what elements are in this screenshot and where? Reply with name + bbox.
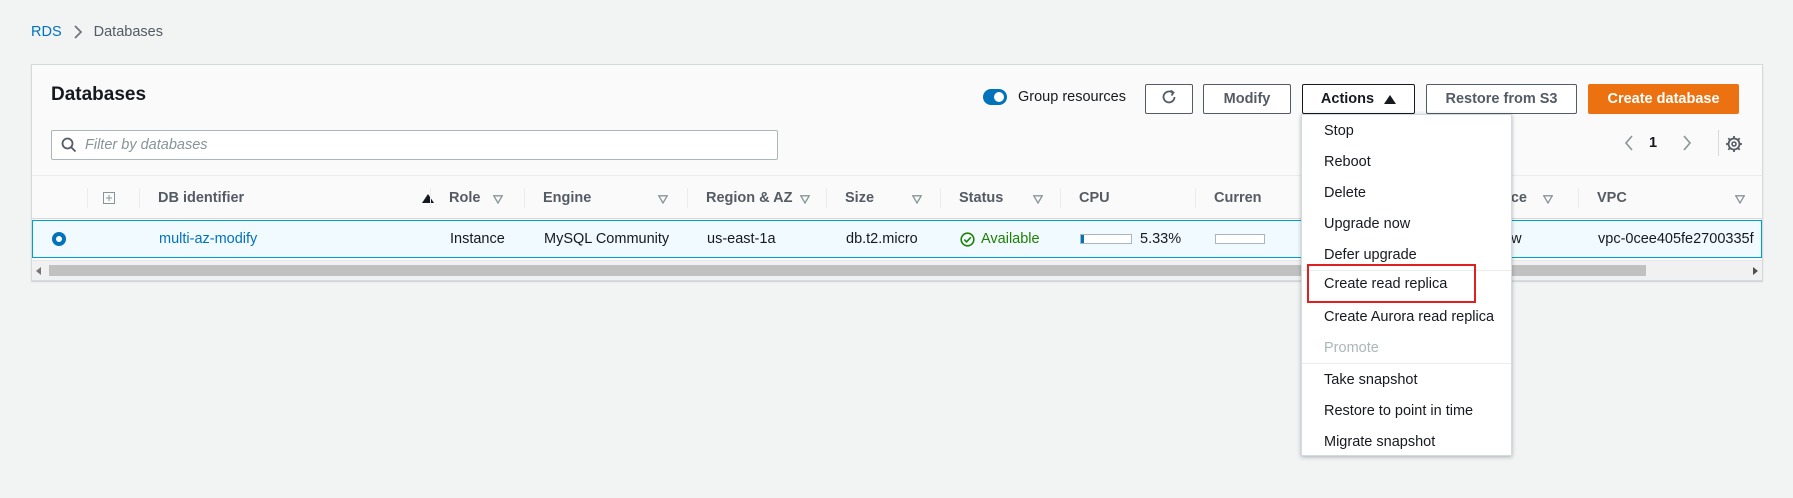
col-region-az[interactable]: Region & AZ xyxy=(688,176,826,220)
scroll-left-icon[interactable] xyxy=(36,267,41,275)
cpu-value: 5.33% xyxy=(1140,231,1182,247)
breadcrumb-current: Databases xyxy=(93,24,163,40)
actions-label: Actions xyxy=(1320,91,1375,107)
menu-item-stop[interactable]: Stop xyxy=(1302,115,1511,146)
col-current-activity-label: Curren xyxy=(1214,190,1262,206)
sort-icon xyxy=(1542,192,1554,208)
col-vpc[interactable]: VPC xyxy=(1579,176,1759,220)
pagination-divider xyxy=(1718,130,1719,156)
modify-button[interactable]: Modify xyxy=(1203,84,1291,114)
col-db-identifier-label: DB identifier xyxy=(158,190,245,206)
menu-item-create-read-replica[interactable]: Create read replica xyxy=(1307,264,1476,303)
sort-icon xyxy=(799,192,811,208)
breadcrumb-rds-link[interactable]: RDS xyxy=(31,24,62,40)
col-size[interactable]: Size xyxy=(827,176,940,220)
previous-page-icon[interactable] xyxy=(1624,135,1634,155)
col-role-label: Role xyxy=(449,190,481,206)
expand-all-icon[interactable] xyxy=(103,176,115,220)
cpu-progress-bar xyxy=(1080,234,1132,244)
col-size-label: Size xyxy=(845,190,875,206)
column-divider xyxy=(87,188,88,208)
col-vpc-label: VPC xyxy=(1597,190,1627,206)
cpu-progress-fill xyxy=(1081,235,1084,243)
size-cell: db.t2.micro xyxy=(846,231,918,247)
toggle-switch[interactable] xyxy=(983,89,1007,105)
current-activity-cell xyxy=(1197,221,1273,257)
page-title: Databases xyxy=(51,84,147,105)
menu-item-upgrade-now[interactable]: Upgrade now xyxy=(1302,208,1511,239)
col-role[interactable]: Role xyxy=(431,176,524,220)
sort-icon xyxy=(1032,192,1044,208)
sort-icon xyxy=(492,192,504,208)
menu-item-restore-point-in-time[interactable]: Restore to point in time xyxy=(1302,395,1511,426)
group-resources-label: Group resources xyxy=(1018,89,1126,105)
breadcrumb: RDS Databases xyxy=(31,24,163,40)
col-cpu-label: CPU xyxy=(1079,190,1110,206)
current-page-number[interactable]: 1 xyxy=(1649,135,1657,151)
scroll-right-icon[interactable] xyxy=(1753,267,1758,275)
restore-from-s3-button[interactable]: Restore from S3 xyxy=(1426,84,1577,114)
chevron-right-icon xyxy=(74,25,82,39)
row-select-radio[interactable] xyxy=(52,232,66,246)
search-icon xyxy=(61,137,77,157)
actions-dropdown-menu: Stop Reboot Delete Upgrade now Defer upg… xyxy=(1301,114,1512,456)
db-identifier-link[interactable]: multi-az-modify xyxy=(141,221,257,257)
region-az-cell: us-east-1a xyxy=(707,231,776,247)
activity-bar xyxy=(1215,234,1265,244)
filter-box xyxy=(51,130,778,160)
col-region-az-label: Region & AZ xyxy=(706,190,793,206)
sort-icon xyxy=(1734,192,1746,208)
col-db-identifier[interactable]: DB identifier xyxy=(140,176,434,220)
col-engine[interactable]: Engine xyxy=(525,176,687,220)
status-text: Available xyxy=(981,231,1040,247)
gear-icon[interactable] xyxy=(1725,135,1743,157)
engine-cell: MySQL Community xyxy=(544,231,670,247)
cpu-cell: 5.33% xyxy=(1062,221,1181,257)
sort-icon xyxy=(911,192,923,208)
sort-icon xyxy=(657,192,669,208)
col-status[interactable]: Status xyxy=(941,176,1060,220)
refresh-button[interactable] xyxy=(1145,84,1193,114)
menu-item-migrate-snapshot[interactable]: Migrate snapshot xyxy=(1302,426,1511,457)
vpc-cell: vpc-0cee405fe2700335f xyxy=(1598,231,1754,247)
role-cell: Instance xyxy=(450,231,505,247)
menu-item-create-aurora-read-replica[interactable]: Create Aurora read replica xyxy=(1302,301,1511,332)
menu-item-delete[interactable]: Delete xyxy=(1302,177,1511,208)
menu-item-take-snapshot[interactable]: Take snapshot xyxy=(1302,364,1511,395)
next-page-icon[interactable] xyxy=(1682,135,1692,155)
menu-item-promote: Promote xyxy=(1324,339,1379,356)
actions-button[interactable]: Actions xyxy=(1302,84,1415,114)
col-engine-label: Engine xyxy=(543,190,592,206)
refresh-icon xyxy=(1160,88,1178,110)
filter-input[interactable] xyxy=(85,131,765,159)
status-cell: Available xyxy=(942,221,1040,257)
group-resources-toggle[interactable]: Group resources xyxy=(983,89,1126,105)
menu-item-reboot[interactable]: Reboot xyxy=(1302,146,1511,177)
check-circle-icon xyxy=(960,231,975,247)
col-cpu[interactable]: CPU xyxy=(1061,176,1195,220)
create-database-button[interactable]: Create database xyxy=(1588,84,1739,114)
col-status-label: Status xyxy=(959,190,1004,206)
caret-up-icon xyxy=(1384,94,1397,104)
